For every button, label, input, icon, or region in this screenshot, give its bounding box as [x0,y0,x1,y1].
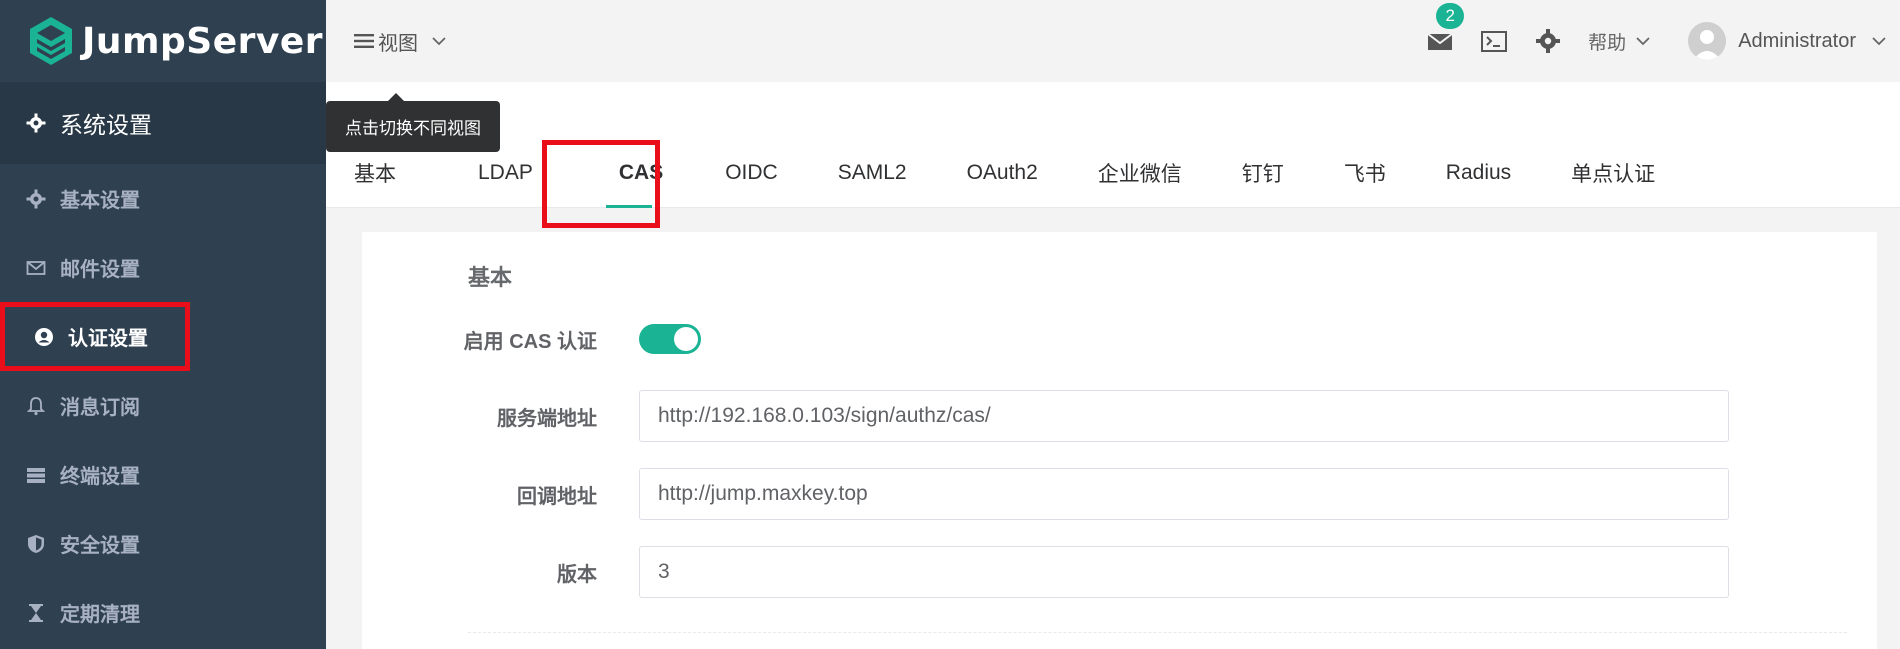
tab-sso[interactable]: 单点认证 [1539,138,1683,208]
tab-label: 飞书 [1343,163,1386,186]
gear-icon [26,113,46,133]
help-label: 帮助 [1588,32,1627,54]
user-menu[interactable]: Administrator [1688,22,1886,60]
divider [468,632,1847,633]
shield-icon [28,534,44,553]
chevron-down-icon [1636,37,1650,46]
tab-label: 企业微信 [1097,163,1182,186]
server-url-field[interactable]: http://192.168.0.103/sign/authz/cas/ [639,390,1729,442]
settings-button[interactable] [1534,27,1562,55]
tab-oidc[interactable]: OIDC [697,138,806,208]
form-row-version: 版本 3 [362,546,1729,598]
form-row-server-url: 服务端地址 http://192.168.0.103/sign/authz/ca… [362,390,1729,442]
mail-button[interactable]: 2 [1426,3,1465,55]
avatar [1688,22,1727,60]
tab-oauth2[interactable]: OAuth2 [935,138,1066,208]
server-url-label: 服务端地址 [497,407,597,430]
tab-label: 基本 [354,163,396,186]
sidebar-item-email-settings[interactable]: 邮件设置 [0,233,326,302]
version-field[interactable]: 3 [639,546,1729,598]
tab-label: LDAP [478,161,533,184]
sidebar-item-label: 基本设置 [60,190,140,212]
sidebar-item-basic-settings[interactable]: 基本设置 [0,164,326,233]
gear-icon [1536,29,1561,53]
sidebar-item-label: 邮件设置 [60,259,140,281]
terminal-icon [1481,31,1508,52]
gear-icon [26,189,46,208]
version-label: 版本 [557,563,597,586]
chevron-down-icon [432,37,446,46]
system-settings-header[interactable]: 系统设置 [0,82,326,164]
tab-label: Radius [1445,161,1512,184]
envelope-icon [1427,33,1453,50]
sidebar-item-security-settings[interactable]: 安全设置 [0,509,326,578]
hourglass-icon [29,603,43,622]
tab-label: SAML2 [837,161,907,184]
sidebar-item-terminal-settings[interactable]: 终端设置 [0,440,326,509]
sidebar-item-auth-settings[interactable]: 认证设置 [0,302,326,371]
sidebar-menu: 基本设置 邮件设置 认证设置 消息订阅 终端设置 安全设置 定期清理 [0,164,326,647]
active-tab-indicator [606,205,653,208]
view-label: 视图 [378,32,418,55]
tab-label: OIDC [725,161,778,184]
tab-radius[interactable]: Radius [1414,138,1539,208]
notification-badge: 2 [1436,3,1465,29]
sidebar-item-periodic-cleanup[interactable]: 定期清理 [0,578,326,647]
user-avatar-icon [1688,22,1727,60]
tab-label: 钉钉 [1241,163,1284,186]
sidebar-item-label: 消息订阅 [60,397,140,419]
sidebar-item-message-subscription[interactable]: 消息订阅 [0,371,326,440]
view-tooltip: 点击切换不同视图 [326,93,500,152]
form-row-callback-url: 回调地址 http://jump.maxkey.top [362,468,1729,520]
chevron-down-icon [1872,37,1886,46]
settings-tabs-panel: 基本 LDAP CAS OIDC SAML2 OAuth2 企业微信 钉钉 飞书… [326,82,1900,208]
server-icon [27,467,45,483]
topbar: 视图 2 帮助 Administrator [326,0,1900,82]
terminal-button[interactable] [1480,27,1508,55]
toggle-knob [674,327,698,351]
cas-settings-card: 基本 启用 CAS 认证 服务端地址 http://192.168.0.103/… [362,232,1877,649]
system-settings-label: 系统设置 [60,112,152,138]
topbar-actions: 2 帮助 Administrator [1426,0,1900,82]
help-menu[interactable]: 帮助 [1588,28,1650,55]
settings-tabs: 基本 LDAP CAS OIDC SAML2 OAuth2 企业微信 钉钉 飞书… [326,138,1683,208]
tab-cas[interactable]: CAS [561,138,697,208]
enable-cas-toggle[interactable] [639,324,701,354]
sidebar-item-label: 安全设置 [60,535,140,557]
callback-url-label: 回调地址 [517,485,597,508]
tab-wecom[interactable]: 企业微信 [1066,138,1210,208]
sidebar-item-label: 终端设置 [60,466,140,488]
tab-label: 单点认证 [1571,163,1656,186]
hamburger-icon [354,34,374,48]
tab-dingtalk[interactable]: 钉钉 [1210,138,1312,208]
bell-icon [26,396,46,415]
highlight-box [0,302,190,371]
section-title: 基本 [468,265,513,290]
view-toggle-button[interactable]: 视图 [354,27,446,56]
tab-label: OAuth2 [966,161,1038,184]
sidebar-item-label: 定期清理 [60,604,140,626]
sidebar: JumpServer 系统设置 基本设置 邮件设置 认证设置 消息订阅 终端设置… [0,0,326,649]
enable-cas-label: 启用 CAS 认证 [463,330,597,353]
form-row-enable-cas: 启用 CAS 认证 [362,324,701,354]
tab-feishu[interactable]: 飞书 [1312,138,1414,208]
brand-logo[interactable]: JumpServer [0,0,326,82]
jumpserver-logo-icon [30,17,72,65]
tab-label: CAS [618,161,664,184]
envelope-icon [26,260,46,275]
tab-saml2[interactable]: SAML2 [806,138,935,208]
callback-url-field[interactable]: http://jump.maxkey.top [639,468,1729,520]
brand-name: JumpServer [82,20,324,62]
user-name: Administrator [1738,29,1856,52]
